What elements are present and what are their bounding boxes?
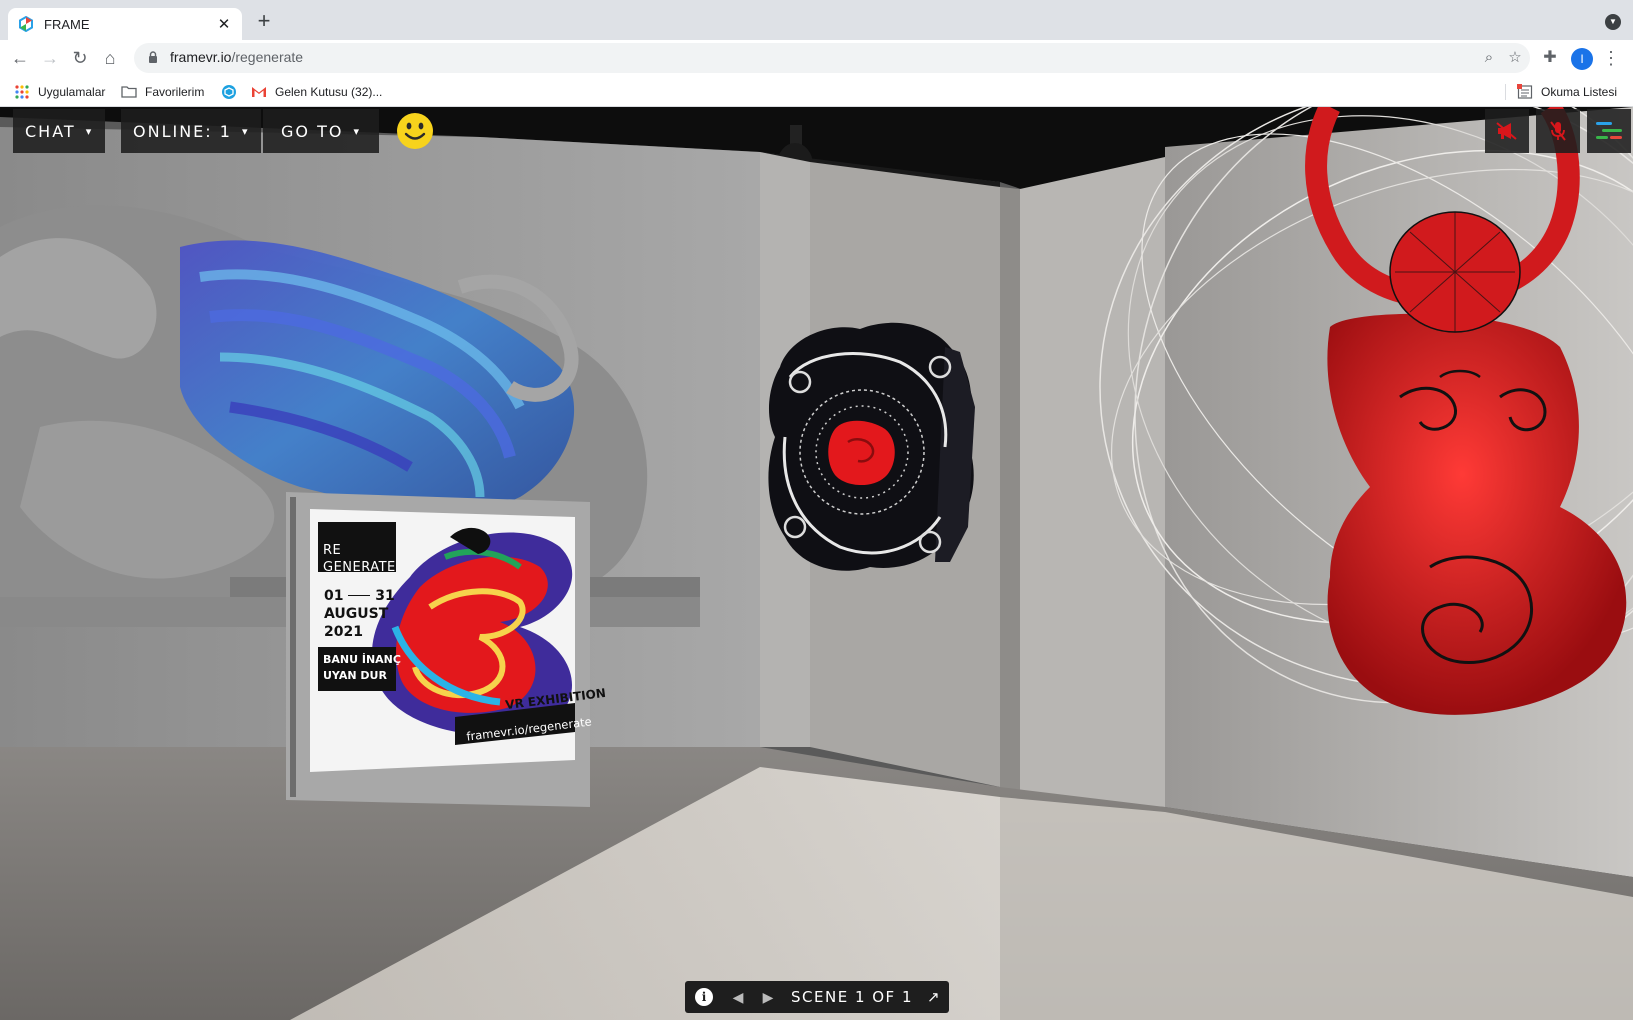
address-bar[interactable]: framevr.io/regenerate ⌕ ☆ [134, 43, 1530, 73]
megaphone-icon [1496, 122, 1517, 140]
menu-icon[interactable]: ⋮ [1597, 44, 1625, 72]
globe-icon [222, 85, 236, 99]
lock-icon [149, 51, 157, 63]
tab-title: FRAME [44, 16, 90, 32]
poster-date-end: 31 [375, 588, 395, 604]
mic-muted-icon [1550, 121, 1566, 141]
scene-navigator: i ◀ ▶ SCENE 1 OF 1 ↗ [685, 981, 949, 1013]
poster-dates: 01 31 AUGUST 2021 [324, 587, 395, 641]
browser-toolbar: ← → ↻ ⌂ framevr.io/regenerate ⌕ ☆ ✚ ⋮ [0, 40, 1633, 76]
bookmark-label: Uygulamalar [38, 85, 106, 99]
exhibition-poster[interactable] [286, 492, 590, 807]
poster-artists: BANU İNANÇ UYAN DUR [323, 652, 401, 684]
goto-label: GO TO [281, 121, 344, 141]
close-tab-icon[interactable]: ✕ [216, 15, 232, 33]
bookmark-star-icon[interactable]: ☆ [1504, 47, 1526, 69]
info-icon[interactable]: i [695, 988, 713, 1006]
wall-edge [1000, 187, 1020, 797]
tab-strip: FRAME ✕ + ▼ [0, 0, 1633, 40]
tab-search-icon[interactable]: ▼ [1605, 14, 1621, 30]
open-scene-icon[interactable]: ↗ [927, 988, 940, 1006]
reading-list-label: Okuma Listesi [1541, 85, 1618, 99]
chat-button[interactable]: CHAT ▾ [13, 109, 106, 153]
poster-month: AUGUST [324, 606, 389, 622]
bookmark-gmail[interactable]: Gelen Kutusu (32)... [251, 82, 382, 102]
swirl-medallion-artwork[interactable] [768, 322, 975, 571]
chevron-down-icon: ▾ [353, 124, 361, 138]
forward-icon[interactable]: → [36, 44, 64, 72]
bookmark-divider [1505, 84, 1506, 100]
poster-title: RE GENERATE [323, 542, 396, 576]
bookmark-apps[interactable]: Uygulamalar [14, 82, 105, 102]
poster-artist-1: BANU İNANÇ [323, 653, 401, 666]
chat-label: CHAT [25, 121, 76, 141]
extensions-icon[interactable]: ✚ [1536, 44, 1564, 72]
bookmark-globe[interactable] [221, 82, 245, 102]
gallery-scene[interactable] [0, 107, 1633, 1020]
back-icon[interactable]: ← [6, 44, 34, 72]
goto-button[interactable]: GO TO ▾ [263, 109, 379, 153]
scene-label: SCENE 1 OF 1 [791, 988, 913, 1006]
next-scene-icon[interactable]: ▶ [753, 989, 783, 1006]
bookmark-label: Gelen Kutusu (32)... [275, 85, 383, 99]
poster-year: 2021 [324, 624, 363, 640]
bookmark-favorites[interactable]: Favorilerim [121, 82, 204, 102]
folder-icon [121, 86, 137, 98]
browser-tab[interactable]: FRAME ✕ [8, 8, 242, 40]
bookmarks-bar: Uygulamalar Favorilerim Gelen Kutusu (32… [0, 76, 1633, 107]
online-button[interactable]: ONLINE: 1 ▾ [121, 109, 262, 153]
mute-mic-button[interactable] [1536, 109, 1580, 153]
zoom-icon[interactable]: ⌕ [1478, 47, 1500, 69]
megaphone-button[interactable] [1485, 109, 1529, 153]
reload-icon[interactable]: ↻ [66, 44, 94, 72]
vr-viewport[interactable]: RE GENERATE 01 31 AUGUST 2021 BANU İNANÇ… [0, 107, 1633, 1020]
chevron-down-icon: ▾ [241, 124, 250, 138]
previous-scene-icon[interactable]: ◀ [723, 989, 753, 1006]
menu-button[interactable] [1587, 109, 1631, 153]
right-panel [1020, 157, 1165, 807]
apps-grid-icon [15, 85, 29, 99]
chevron-down-icon: ▾ [85, 124, 94, 138]
reading-list-icon [1517, 84, 1533, 99]
colored-menu-icon [1596, 122, 1622, 139]
bookmark-label: Favorilerim [145, 85, 205, 99]
home-icon[interactable]: ⌂ [96, 44, 124, 72]
poster-date-start: 01 [324, 588, 344, 604]
poster-artist-2: UYAN DUR [323, 669, 387, 682]
emoji-smiley-icon[interactable] [396, 112, 434, 150]
poster-title-line2: GENERATE [323, 560, 396, 575]
online-label: ONLINE: 1 [133, 121, 232, 141]
url-text: framevr.io/regenerate [170, 49, 304, 65]
new-tab-button[interactable]: + [252, 10, 276, 34]
frame-logo-icon [19, 16, 33, 32]
profile-avatar[interactable]: I [1571, 48, 1593, 70]
gmail-icon [252, 87, 266, 97]
reading-list[interactable]: Okuma Listesi [1517, 82, 1617, 102]
poster-title-line1: RE [323, 543, 342, 558]
